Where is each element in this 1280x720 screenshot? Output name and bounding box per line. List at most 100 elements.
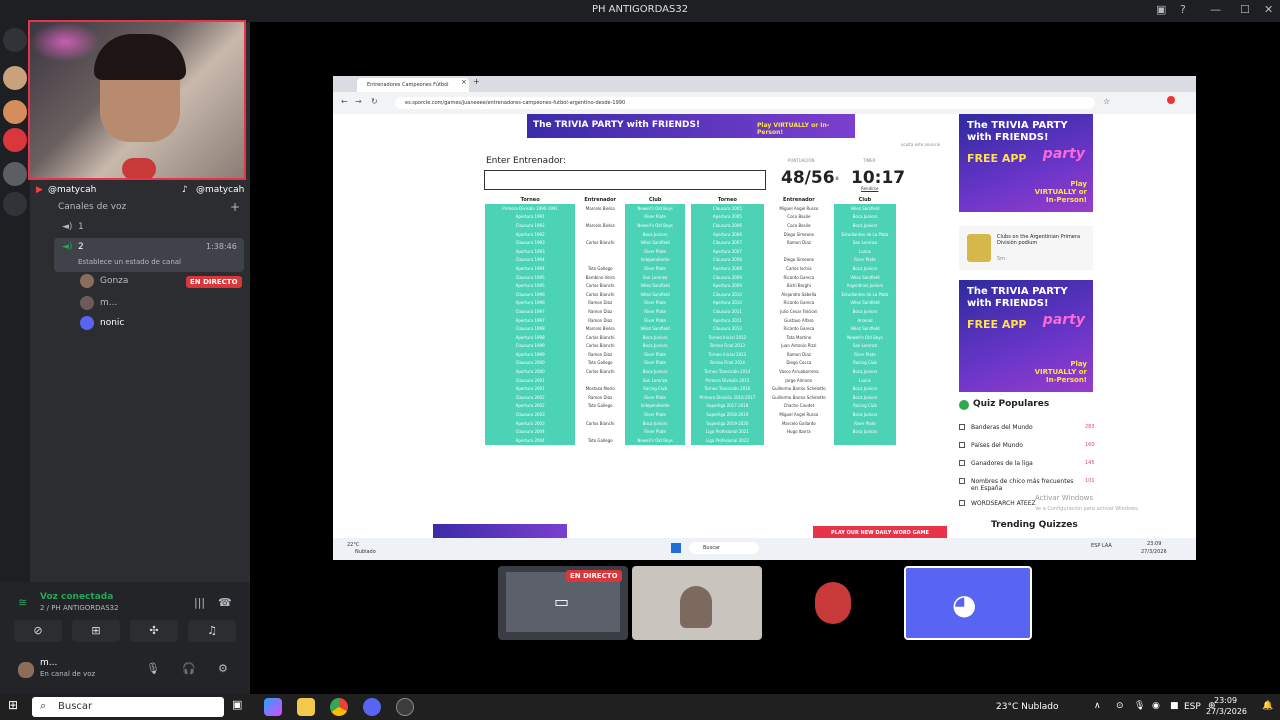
avatar[interactable]	[18, 662, 34, 678]
inner-search[interactable]: Buscar	[689, 542, 759, 554]
club-cell: River Plate	[625, 212, 685, 222]
headphones-icon[interactable]: 🎧	[182, 662, 196, 675]
user-gonza[interactable]: Gonza	[100, 276, 128, 286]
stream-thumb-4[interactable]: ◕	[904, 566, 1032, 640]
lpf-quiz-card[interactable]: Clubs on the Argentinian Primera Divisió…	[959, 226, 1093, 270]
windows-start-icon[interactable]	[671, 543, 681, 553]
table-row: Clausura 2006 Coco Basile Boca Juniors	[691, 221, 896, 230]
signal-icon: ≋	[18, 596, 28, 609]
reload-icon[interactable]: ↻	[371, 97, 378, 106]
add-server-icon[interactable]	[3, 192, 27, 216]
discord-icon[interactable]	[363, 698, 381, 716]
club-cell: Vélez Sarsfield	[833, 324, 896, 333]
popular-quiz-link[interactable]: Banderas del Mundo	[971, 424, 1081, 431]
shared-screen-browser[interactable]: Entrenadores Campeones Fútbol × + ← → ↻ …	[333, 76, 1196, 560]
tray-mic-icon[interactable]: 🎙	[1134, 701, 1145, 711]
browser-tab[interactable]: Entrenadores Campeones Fútbol	[357, 78, 469, 92]
minimize-button[interactable]: —	[1210, 3, 1221, 16]
server-icon[interactable]	[3, 66, 27, 90]
inner-date: 27/3/2026	[1141, 549, 1167, 555]
popular-quiz-link[interactable]: Nombres de chico más frecuentes en Españ…	[971, 478, 1081, 492]
give-up-link[interactable]: Rendirse	[861, 186, 878, 191]
tray-steam-icon[interactable]: ◉	[1152, 701, 1160, 711]
entrenador-cell	[575, 212, 626, 222]
help-icon[interactable]: ?	[1180, 3, 1186, 16]
side-ad-1[interactable]: The TRIVIA PARTY with FRIENDS! FREE APP …	[959, 114, 1093, 212]
entrenador-cell: Ramon Diaz	[763, 238, 834, 247]
user-name[interactable]: m...	[40, 658, 57, 668]
torneo-cell: Primera División 2015	[691, 375, 764, 385]
inbox-icon[interactable]: ▣	[1156, 3, 1166, 16]
chrome-icon[interactable]	[330, 698, 348, 716]
back-icon[interactable]: ←	[341, 97, 348, 106]
voice-channel-1[interactable]: 1	[78, 222, 84, 232]
club-cell: Estudiantes de La Plata	[833, 289, 896, 299]
entrenador-cell: Ramon Diaz	[763, 350, 834, 359]
entrenador-cell: Ricardo Gareca	[763, 272, 834, 282]
disconnect-icon[interactable]: ☎	[218, 596, 232, 609]
club-cell: Newell's Old Boys	[625, 436, 685, 445]
quiz-icon	[959, 478, 965, 484]
entrenador-cell	[575, 375, 626, 385]
voice-channel-2[interactable]: 2	[78, 242, 84, 252]
channel-status[interactable]: Establece un estado de canal	[78, 258, 181, 266]
stream-thumb-2[interactable]	[632, 566, 762, 640]
taskbar-lang[interactable]: ESP	[1184, 702, 1201, 712]
voice-channels-header[interactable]: Canales de voz	[58, 202, 126, 212]
close-button[interactable]: ✕	[1264, 3, 1273, 16]
settings-icon[interactable]: ⚙	[218, 662, 228, 675]
pause-icon[interactable]: ⏸	[835, 174, 839, 184]
server-icon[interactable]	[3, 100, 27, 124]
bookmark-icon[interactable]: ☆	[1103, 97, 1110, 106]
top-ad-banner[interactable]: The TRIVIA PARTY with FRIENDS! Play VIRT…	[527, 114, 855, 138]
share-screen-button[interactable]: ⊞	[72, 620, 120, 642]
answer-input[interactable]	[484, 170, 766, 190]
close-tab-icon[interactable]: ×	[461, 78, 467, 86]
file-explorer-icon[interactable]	[297, 698, 315, 716]
dm-icon[interactable]	[3, 28, 27, 52]
server-icon[interactable]	[3, 128, 27, 152]
popular-quiz-link[interactable]: Ganadores de la liga	[971, 460, 1081, 467]
taskbar-search[interactable]: Buscar	[32, 697, 224, 717]
task-view-icon[interactable]: ▣	[232, 698, 250, 716]
new-tab-icon[interactable]: +	[473, 77, 480, 86]
ad-title: The TRIVIA PARTY with FRIENDS!	[967, 120, 1068, 143]
server-icon[interactable]	[3, 162, 27, 186]
forward-icon[interactable]: →	[355, 97, 362, 106]
activities-button[interactable]: ✣	[130, 620, 178, 642]
windows-start-icon[interactable]: ⊞	[8, 698, 26, 716]
noise-icon[interactable]: |||	[194, 596, 205, 609]
profile-icon[interactable]	[1167, 96, 1175, 104]
notification-icon[interactable]: 🔔	[1262, 701, 1273, 711]
url-input[interactable]: es.sporcle.com/games/juaneeee/entrenador…	[395, 97, 1095, 109]
side-ad-2[interactable]: The TRIVIA PARTY with FRIENDS! FREE APP …	[959, 280, 1093, 392]
popular-quiz-link[interactable]: Países del Mundo	[971, 442, 1081, 449]
entrenador-cell: Ricardo Gareca	[763, 298, 834, 308]
hide-ad-link[interactable]: oculta este anuncio	[901, 142, 940, 147]
copilot-icon[interactable]	[264, 698, 282, 716]
maximize-button[interactable]: ☐	[1240, 3, 1250, 16]
user-nonic[interactable]: nonic	[100, 318, 124, 328]
popular-quiz-count: 145	[1085, 460, 1095, 466]
obs-icon[interactable]	[396, 698, 414, 716]
camera-button[interactable]: ⊘	[14, 620, 62, 642]
soundboard-button[interactable]: ♫	[188, 620, 236, 642]
tray-gpu-icon[interactable]: ■	[1170, 701, 1179, 711]
stream-thumb-3[interactable]	[768, 566, 898, 640]
table-row: Primera División 1990-1991 Marcelo Bielsa…	[485, 204, 685, 213]
entrenador-cell: Carlos Bianchi	[575, 418, 626, 428]
add-channel-icon[interactable]: +	[230, 200, 240, 214]
user-m[interactable]: m...	[100, 298, 117, 308]
table-row: Torneo Transición 2014 Vasco Arruabarrena…	[691, 367, 896, 376]
voice-server[interactable]: 2 / PH ANTIGORDAS32	[40, 604, 119, 612]
tray-app-icon[interactable]: ⊙	[1116, 701, 1124, 711]
popular-quiz-count: 283	[1085, 424, 1095, 430]
tray-arrow-icon[interactable]: ∧	[1094, 701, 1101, 711]
taskbar-weather[interactable]: 23°C Nublado	[996, 702, 1058, 712]
entrenador-cell: Diego Simeone	[763, 229, 834, 239]
microphone-icon[interactable]: 🎙	[146, 662, 160, 675]
club-cell: Arsenal	[833, 315, 896, 325]
stream-thumb-1[interactable]: EN DIRECTO ▭	[498, 566, 628, 640]
club-cell: River Plate	[625, 264, 685, 273]
taskbar-time: 23:09	[1214, 696, 1238, 705]
